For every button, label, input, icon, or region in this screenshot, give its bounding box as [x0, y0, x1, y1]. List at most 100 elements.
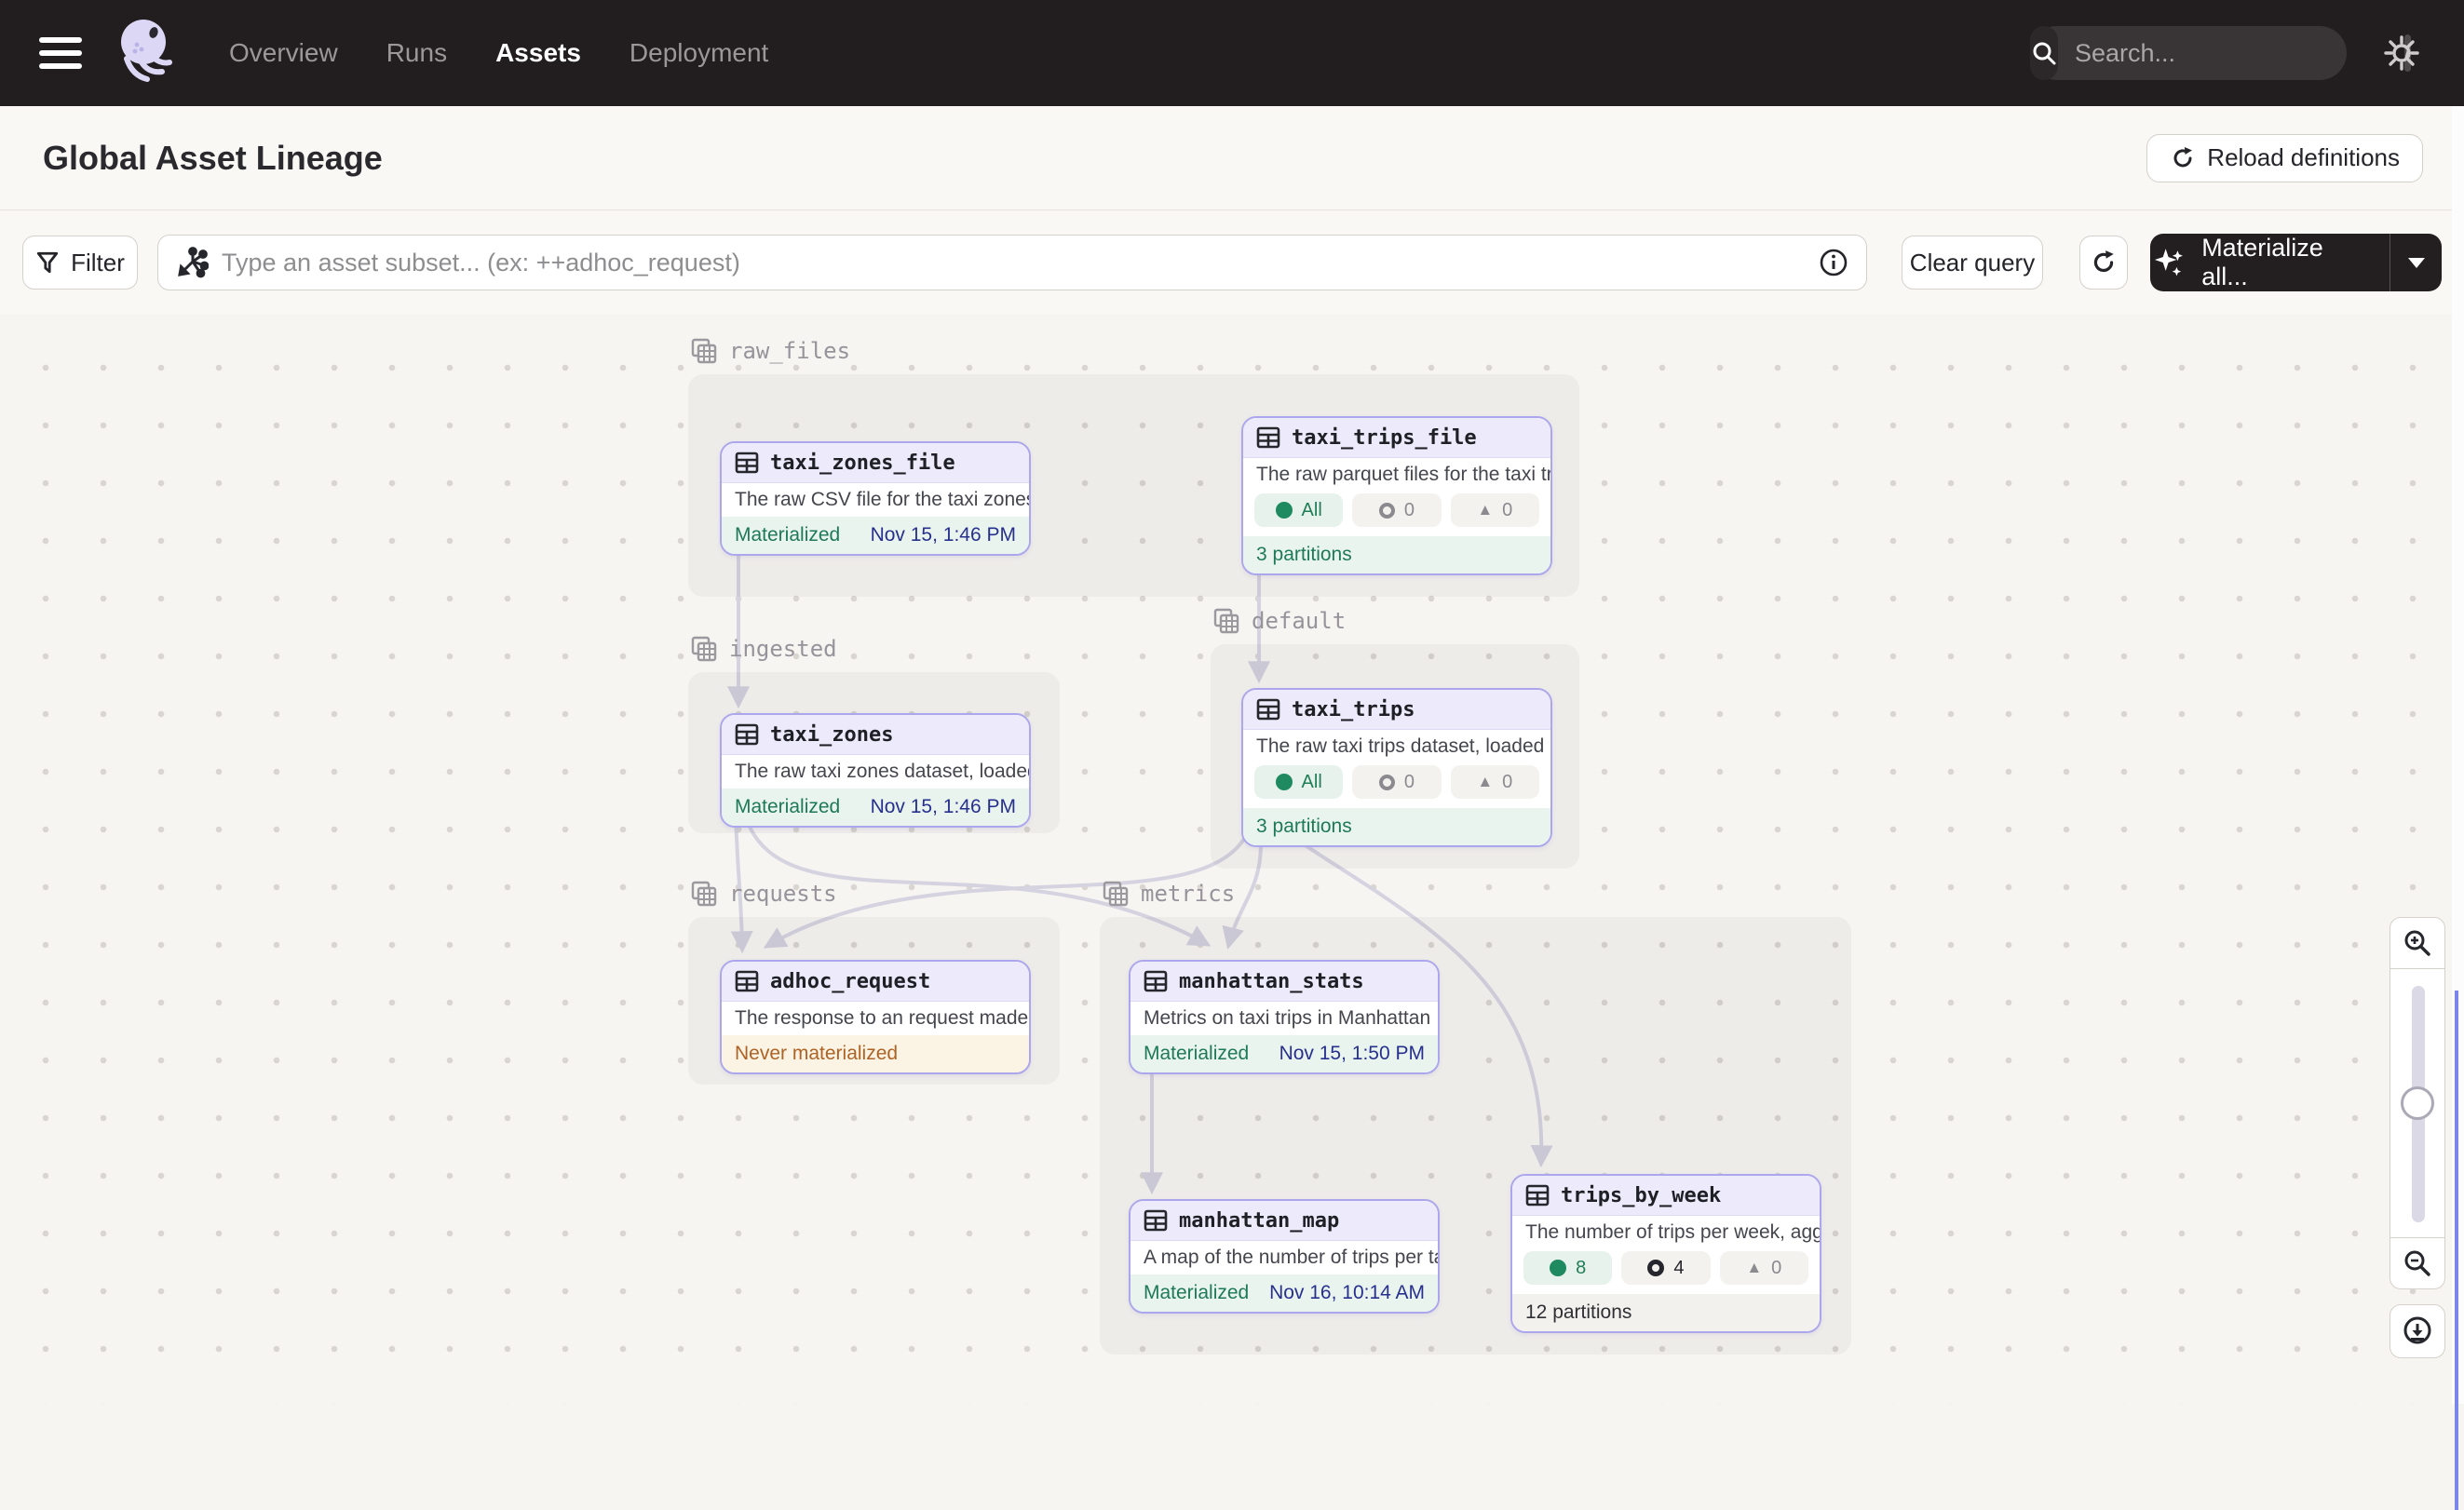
table-icon — [735, 969, 759, 993]
success-dot-icon — [1550, 1260, 1566, 1276]
partitions-count: 3 partitions — [1256, 816, 1352, 838]
asset-description: The raw taxi zones dataset, loaded int..… — [722, 755, 1029, 787]
caret-down-icon — [2408, 258, 2425, 268]
status-label: Materialized — [735, 796, 840, 818]
partitions-missing-pill[interactable]: 4 — [1621, 1251, 1710, 1285]
funnel-icon — [35, 250, 60, 275]
asset-description: The raw CSV file for the taxi zones dat.… — [722, 483, 1029, 515]
partitions-success-pill[interactable]: 8 — [1523, 1251, 1612, 1285]
search-input[interactable] — [2075, 39, 2404, 68]
asset-node-taxi-zones-file[interactable]: taxi_zones_file The raw CSV file for the… — [720, 441, 1031, 556]
asset-node-manhattan-stats[interactable]: manhattan_stats Metrics on taxi trips in… — [1129, 960, 1440, 1074]
asset-title: trips_by_week — [1561, 1184, 1721, 1207]
clear-query-button[interactable]: Clear query — [1902, 236, 2043, 290]
partitions-failed-pill[interactable]: ▲0 — [1720, 1251, 1808, 1285]
table-icon — [1256, 697, 1280, 721]
dagster-logo[interactable] — [114, 14, 181, 92]
reload-definitions-button[interactable]: Reload definitions — [2146, 134, 2423, 182]
materialize-dropdown-caret[interactable] — [2390, 258, 2442, 268]
partitions-failed-pill[interactable]: ▲0 — [1451, 493, 1539, 527]
asset-node-trips-by-week[interactable]: trips_by_week The number of trips per we… — [1510, 1174, 1821, 1333]
partition-health-pills: 8 4 ▲0 — [1512, 1247, 1820, 1294]
group-label-ingested[interactable]: ingested — [690, 635, 837, 663]
asset-group-icon — [690, 880, 718, 908]
asset-node-taxi-trips-file[interactable]: taxi_trips_file The raw parquet files fo… — [1241, 416, 1552, 575]
asset-status-footer: Materialized Nov 15, 1:46 PM — [722, 517, 1029, 554]
status-label: Materialized — [1144, 1282, 1249, 1304]
asset-description: The response to an request made in th... — [722, 1002, 1029, 1033]
asset-query-input[interactable] — [222, 249, 1818, 277]
asset-status-footer: Materialized Nov 15, 1:46 PM — [722, 789, 1029, 826]
asset-status-footer: 3 partitions — [1243, 808, 1550, 845]
nav-link-assets[interactable]: Assets — [495, 38, 581, 68]
asset-description: Metrics on taxi trips in Manhattan — [1130, 1002, 1438, 1033]
zoom-in-icon — [2402, 927, 2433, 959]
status-label: Materialized — [735, 524, 840, 546]
partitions-missing-pill[interactable]: 0 — [1352, 493, 1441, 527]
partitions-missing-pill[interactable]: 0 — [1352, 765, 1441, 799]
missing-ring-icon — [1379, 775, 1395, 790]
zoom-slider-knob[interactable] — [2401, 1086, 2434, 1120]
materialize-all-button[interactable]: Materialize all... — [2150, 234, 2442, 291]
partitions-failed-pill[interactable]: ▲0 — [1451, 765, 1539, 799]
asset-node-adhoc-request[interactable]: adhoc_request The response to an request… — [720, 960, 1031, 1074]
group-label-requests[interactable]: requests — [690, 880, 837, 908]
page-scrollbar-track[interactable] — [2452, 106, 2464, 1404]
failed-triangle-icon: ▲ — [1477, 501, 1493, 519]
hamburger-menu-icon[interactable] — [39, 37, 82, 69]
group-label-metrics[interactable]: metrics — [1102, 880, 1235, 908]
nav-link-runs[interactable]: Runs — [386, 38, 447, 68]
partition-health-pills: All 0 ▲0 — [1243, 490, 1550, 536]
zoom-slider-track[interactable] — [2412, 986, 2425, 1222]
status-label: Never materialized — [735, 1043, 898, 1065]
download-view-button[interactable] — [2390, 1304, 2445, 1358]
failed-triangle-icon: ▲ — [1477, 773, 1493, 791]
asset-group-icon — [690, 337, 718, 365]
asset-status-footer: 3 partitions — [1243, 536, 1550, 573]
success-dot-icon — [1276, 502, 1293, 519]
partitions-count: 3 partitions — [1256, 544, 1352, 566]
asset-group-icon — [1102, 880, 1130, 908]
zoom-out-icon — [2402, 1247, 2433, 1279]
lineage-toolbar: Filter Clear query — [0, 211, 2464, 315]
page-title: Global Asset Lineage — [43, 139, 383, 178]
status-timestamp: Nov 15, 1:46 PM — [871, 524, 1016, 546]
search-icon — [2030, 26, 2058, 80]
asset-status-footer: Never materialized — [722, 1035, 1029, 1072]
table-icon — [1144, 1208, 1168, 1233]
asset-node-taxi-zones[interactable]: taxi_zones The raw taxi zones dataset, l… — [720, 713, 1031, 828]
asset-node-manhattan-map[interactable]: manhattan_map A map of the number of tri… — [1129, 1199, 1440, 1314]
page-scrollbar-thumb[interactable] — [2455, 991, 2458, 1510]
group-label-raw-files[interactable]: raw_files — [690, 337, 850, 365]
search-box[interactable]: / — [2030, 26, 2347, 80]
asset-title: taxi_trips_file — [1292, 426, 1477, 450]
top-nav: Overview Runs Assets Deployment / — [0, 0, 2464, 106]
missing-ring-icon — [1379, 503, 1395, 519]
sparkle-icon — [2150, 243, 2188, 282]
lineage-canvas[interactable]: raw_files ingested d — [0, 315, 2464, 1404]
asset-status-footer: Materialized Nov 15, 1:50 PM — [1130, 1035, 1438, 1072]
title-bar: Global Asset Lineage Reload definitions — [0, 106, 2464, 210]
group-label-default[interactable]: default — [1212, 607, 1346, 635]
asset-status-footer: Materialized Nov 16, 10:14 AM — [1130, 1274, 1438, 1312]
zoom-out-button[interactable] — [2390, 1237, 2445, 1289]
partitions-success-pill[interactable]: All — [1254, 493, 1343, 527]
missing-ring-icon — [1647, 1260, 1664, 1276]
status-timestamp: Nov 16, 10:14 AM — [1269, 1282, 1425, 1304]
partitions-success-pill[interactable]: All — [1254, 765, 1343, 799]
info-icon[interactable] — [1818, 247, 1849, 278]
asset-description: The number of trips per week, aggreg... — [1512, 1216, 1820, 1247]
table-icon — [1525, 1183, 1550, 1207]
refresh-button[interactable] — [2079, 236, 2128, 290]
settings-gear-icon[interactable] — [2380, 32, 2423, 74]
table-icon — [1144, 969, 1168, 993]
nav-link-overview[interactable]: Overview — [229, 38, 338, 68]
table-icon — [1256, 425, 1280, 450]
nav-links: Overview Runs Assets Deployment — [229, 38, 768, 68]
nav-link-deployment[interactable]: Deployment — [630, 38, 768, 68]
zoom-slider[interactable] — [2390, 968, 2445, 1238]
zoom-in-button[interactable] — [2390, 917, 2445, 969]
asset-description: A map of the number of trips per taxi z.… — [1130, 1241, 1438, 1273]
filter-button[interactable]: Filter — [22, 236, 138, 290]
asset-node-taxi-trips[interactable]: taxi_trips The raw taxi trips dataset, l… — [1241, 688, 1552, 847]
